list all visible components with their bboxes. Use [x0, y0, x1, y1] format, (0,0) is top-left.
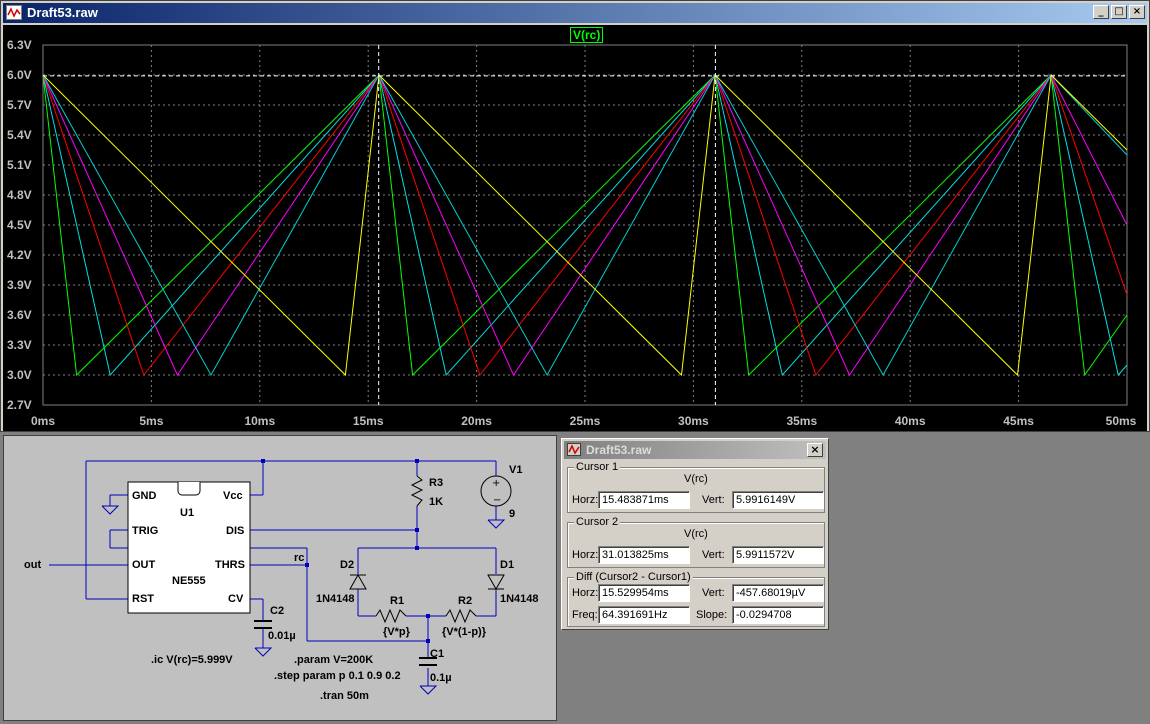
- diff-freq-label: Freq:: [572, 609, 598, 621]
- directive-step[interactable]: .step param p 0.1 0.9 0.2: [274, 670, 401, 682]
- cursor-window: Draft53.raw × Cursor 1 V(rc) Horz: 15.48…: [561, 438, 829, 630]
- c1-value[interactable]: 0.1µ: [430, 672, 452, 684]
- y-tick-label: 3.6V: [7, 308, 32, 322]
- trace-label[interactable]: V(rc): [570, 27, 604, 43]
- d2-value[interactable]: 1N4148: [316, 593, 355, 605]
- cursor1-group-label: Cursor 1: [574, 461, 621, 473]
- d2-label[interactable]: D2: [340, 559, 354, 571]
- r3-label[interactable]: R3: [429, 477, 443, 489]
- r2-value[interactable]: {V*(1-p)}: [442, 626, 486, 638]
- x-tick-label: 15ms: [352, 414, 384, 428]
- directive-ic[interactable]: .ic V(rc)=5.999V: [151, 654, 233, 666]
- diff-slope-field[interactable]: -0.0294708: [732, 606, 824, 624]
- r1-label[interactable]: R1: [390, 595, 404, 607]
- svg-text:+: +: [492, 478, 500, 489]
- c1-label[interactable]: C1: [430, 648, 444, 660]
- diff-horz-label: Horz:: [572, 587, 599, 599]
- r2-label[interactable]: R2: [458, 595, 472, 607]
- waveform-titlebar[interactable]: Draft53.raw _ □ ×: [3, 3, 1147, 23]
- svg-text:−: −: [493, 495, 501, 506]
- x-tick-label: 45ms: [1003, 414, 1034, 428]
- waveform-app-icon: [6, 5, 22, 20]
- close-button[interactable]: ×: [1129, 5, 1145, 19]
- pin-vcc: Vcc: [223, 490, 243, 502]
- maximize-button[interactable]: □: [1111, 5, 1127, 19]
- net-rc[interactable]: rc: [294, 552, 304, 564]
- c2-value[interactable]: 0.01µ: [268, 630, 296, 642]
- r1-value[interactable]: {V*p}: [383, 626, 410, 638]
- pin-thrs: THRS: [215, 559, 245, 571]
- d1-label[interactable]: D1: [500, 559, 514, 571]
- cursor1-horz-field[interactable]: 15.483871ms: [598, 491, 690, 509]
- cursor1-group: Cursor 1 V(rc) Horz: 15.483871ms Vert: 5…: [567, 461, 825, 513]
- cursor2-vert-field[interactable]: 5.9911572V: [732, 546, 824, 564]
- plot-svg[interactable]: [3, 25, 1147, 431]
- y-tick-label: 6.3V: [7, 38, 32, 52]
- cursor2-horz-field[interactable]: 31.013825ms: [598, 546, 690, 564]
- x-tick-label: 25ms: [569, 414, 601, 428]
- pin-dis: DIS: [226, 525, 245, 537]
- schematic-window[interactable]: + − GND Vcc U1 TRIG DIS OUT THRS NE555 R…: [3, 435, 557, 721]
- x-tick-label: 20ms: [461, 414, 492, 428]
- plot-area[interactable]: V(rc) 6.3V 6.0V 5.7V 5.4V 5.1V 4.8V 4.5V 4.2V 3.…: [3, 25, 1147, 431]
- y-tick-label: 6.0V: [7, 68, 32, 82]
- x-tick-label: 40ms: [894, 414, 926, 428]
- net-out[interactable]: out: [24, 559, 41, 571]
- y-tick-label: 4.2V: [7, 248, 32, 262]
- diff-freq-field[interactable]: 64.391691Hz: [598, 606, 690, 624]
- y-tick-label: 5.7V: [7, 98, 32, 112]
- y-tick-label: 4.8V: [7, 188, 32, 202]
- v1-value[interactable]: 9: [509, 508, 515, 520]
- v1-label[interactable]: V1: [509, 464, 522, 476]
- d1-value[interactable]: 1N4148: [500, 593, 539, 605]
- y-tick-label: 4.5V: [7, 218, 32, 232]
- waveform-window: Draft53.raw _ □ × V(rc) 6.3V 6.0V 5.7V 5.4V…: [0, 0, 1150, 432]
- cursor1-vert-label: Vert:: [702, 494, 725, 506]
- diff-vert-label: Vert:: [702, 587, 725, 599]
- minimize-button[interactable]: _: [1093, 5, 1109, 19]
- cursor2-group-label: Cursor 2: [574, 516, 621, 528]
- cursor1-vert-field[interactable]: 5.9916149V: [732, 491, 824, 509]
- cursor2-group: Cursor 2 V(rc) Horz: 31.013825ms Vert: 5…: [567, 516, 825, 568]
- diff-group-label: Diff (Cursor2 - Cursor1): [574, 571, 693, 583]
- x-tick-label: 10ms: [244, 414, 276, 428]
- cursor-window-titlebar[interactable]: Draft53.raw ×: [564, 441, 826, 459]
- ltspice-root: Draft53.raw _ □ × V(rc) 6.3V 6.0V 5.7V 5.4V…: [0, 0, 1150, 724]
- pin-rst: RST: [132, 593, 154, 605]
- cursor2-trace: V(rc): [684, 528, 708, 540]
- cursor1-trace: V(rc): [684, 473, 708, 485]
- r3-value[interactable]: 1K: [429, 496, 443, 508]
- y-tick-label: 3.3V: [7, 338, 32, 352]
- x-tick-label: 30ms: [678, 414, 709, 428]
- y-tick-label: 3.9V: [7, 278, 32, 292]
- x-tick-label: 5ms: [139, 414, 164, 428]
- pin-gnd: GND: [132, 490, 157, 502]
- y-tick-label: 2.7V: [7, 398, 32, 412]
- diff-horz-field[interactable]: 15.529954ms: [598, 584, 690, 602]
- x-tick-label: 0ms: [30, 414, 56, 428]
- diff-group: Diff (Cursor2 - Cursor1) Horz: 15.529954…: [567, 571, 825, 627]
- cursor-app-icon: [567, 443, 581, 456]
- x-tick-label: 35ms: [786, 414, 818, 428]
- directive-tran[interactable]: .tran 50m: [320, 690, 369, 702]
- y-tick-label: 3.0V: [7, 368, 32, 382]
- u1-label: U1: [180, 507, 195, 519]
- x-tick-label: 50ms: [1105, 414, 1137, 428]
- c2-label[interactable]: C2: [270, 605, 284, 617]
- cursor2-vert-label: Vert:: [702, 549, 725, 561]
- diff-vert-field[interactable]: -457.68019µV: [732, 584, 824, 602]
- pin-trig: TRIG: [132, 525, 159, 537]
- pin-cv: CV: [228, 593, 244, 605]
- cursor-window-title: Draft53.raw: [586, 443, 652, 457]
- y-tick-label: 5.1V: [7, 158, 32, 172]
- cursor2-horz-label: Horz:: [572, 549, 599, 561]
- y-tick-label: 5.4V: [7, 128, 32, 142]
- window-title: Draft53.raw: [27, 5, 98, 20]
- pin-out: OUT: [132, 559, 156, 571]
- ne555-label: NE555: [172, 575, 206, 587]
- directive-param[interactable]: .param V=200K: [294, 654, 373, 666]
- cursor-close-button[interactable]: ×: [807, 443, 823, 457]
- diff-slope-label: Slope:: [696, 609, 728, 621]
- cursor1-horz-label: Horz:: [572, 494, 599, 506]
